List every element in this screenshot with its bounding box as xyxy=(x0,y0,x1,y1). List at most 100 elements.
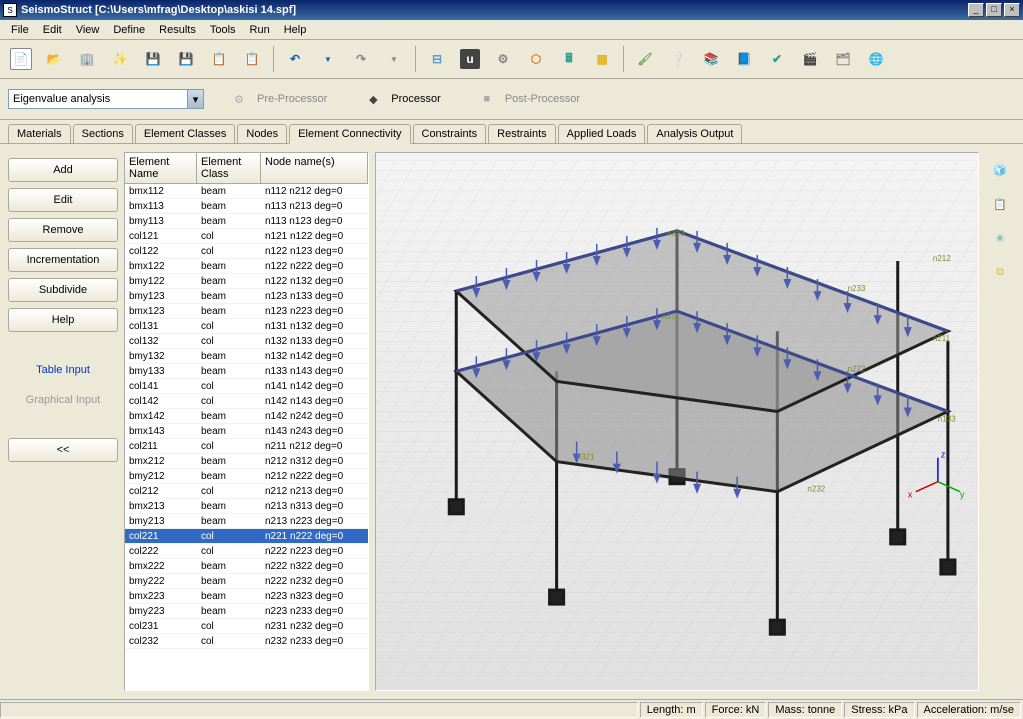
table-row[interactable]: bmx123beamn123 n223 deg=0 xyxy=(125,304,368,319)
open-button[interactable]: 📂 xyxy=(39,44,69,74)
table-row[interactable]: bmx112beamn112 n212 deg=0 xyxy=(125,184,368,199)
snowflake-icon[interactable]: ✳ xyxy=(988,226,1012,250)
table-row[interactable]: col122coln122 n123 deg=0 xyxy=(125,244,368,259)
globe-button[interactable]: 🌐 xyxy=(861,44,891,74)
table-row[interactable]: col221coln221 n222 deg=0 xyxy=(125,529,368,544)
network-button[interactable]: ⬡ xyxy=(521,44,551,74)
menu-results[interactable]: Results xyxy=(152,22,203,38)
table-row[interactable]: bmy133beamn133 n143 deg=0 xyxy=(125,364,368,379)
tab-constraints[interactable]: Constraints xyxy=(413,124,487,143)
paste-button[interactable]: 📋 xyxy=(237,44,267,74)
incrementation-button[interactable]: Incrementation xyxy=(8,248,118,272)
table-row[interactable]: bmy213beamn213 n223 deg=0 xyxy=(125,514,368,529)
table-row[interactable]: col231coln231 n232 deg=0 xyxy=(125,619,368,634)
new-button[interactable]: 📄 xyxy=(6,44,36,74)
processor-button[interactable]: ◆ Processor xyxy=(350,83,452,115)
check-button[interactable]: ✔ xyxy=(762,44,792,74)
calc-button[interactable]: 🖩 xyxy=(554,44,584,74)
table-body[interactable]: bmx112beamn112 n212 deg=0bmx113beamn113 … xyxy=(125,184,368,690)
redo-button[interactable]: ↷ xyxy=(346,44,376,74)
3d-viewport[interactable]: n321n232n133 n311n222n211 n313n233n212 z… xyxy=(375,152,979,691)
tab-element-connectivity[interactable]: Element Connectivity xyxy=(289,124,410,144)
stack-button[interactable]: 🗂 xyxy=(828,44,858,74)
remove-button[interactable]: Remove xyxy=(8,218,118,242)
minimize-button[interactable]: _ xyxy=(968,3,984,17)
undo-button[interactable]: ↶ xyxy=(280,44,310,74)
connect-button[interactable]: ⊟ xyxy=(422,44,452,74)
book-button[interactable]: 📘 xyxy=(729,44,759,74)
table-row[interactable]: bmx223beamn223 n323 deg=0 xyxy=(125,589,368,604)
table-row[interactable]: col131coln131 n132 deg=0 xyxy=(125,319,368,334)
redo-dd[interactable]: ▼ xyxy=(379,44,409,74)
subdivide-button[interactable]: Subdivide xyxy=(8,278,118,302)
col-elementclass[interactable]: Element Class xyxy=(197,153,261,183)
table-row[interactable]: col222coln222 n223 deg=0 xyxy=(125,544,368,559)
save-button[interactable]: 💾 xyxy=(138,44,168,74)
wizard-button[interactable]: 🏢 xyxy=(72,44,102,74)
menu-tools[interactable]: Tools xyxy=(203,22,243,38)
copy-button[interactable]: 📋 xyxy=(204,44,234,74)
tab-nodes[interactable]: Nodes xyxy=(237,124,287,143)
analysis-input[interactable] xyxy=(8,89,188,109)
graphical-input-button[interactable]: Graphical Input xyxy=(8,388,118,412)
analysis-combo[interactable]: ▾ xyxy=(8,89,204,109)
help-button[interactable]: ❔ xyxy=(663,44,693,74)
gear-button[interactable]: ⚙ xyxy=(488,44,518,74)
table-row[interactable]: col132coln132 n133 deg=0 xyxy=(125,334,368,349)
tab-restraints[interactable]: Restraints xyxy=(488,124,556,143)
table-input-button[interactable]: Table Input xyxy=(8,358,118,382)
table-row[interactable]: bmx143beamn143 n243 deg=0 xyxy=(125,424,368,439)
close-button[interactable]: × xyxy=(1004,3,1020,17)
menu-run[interactable]: Run xyxy=(243,22,277,38)
table-row[interactable]: bmx222beamn222 n322 deg=0 xyxy=(125,559,368,574)
table-row[interactable]: bmx213beamn213 n313 deg=0 xyxy=(125,499,368,514)
tab-sections[interactable]: Sections xyxy=(73,124,133,143)
table-row[interactable]: bmx113beamn113 n213 deg=0 xyxy=(125,199,368,214)
tab-element-classes[interactable]: Element Classes xyxy=(135,124,236,143)
edit-button[interactable]: Edit xyxy=(8,188,118,212)
undo-dd[interactable]: ▼ xyxy=(313,44,343,74)
library-button[interactable]: 📚 xyxy=(696,44,726,74)
analysis-dropdown-icon[interactable]: ▾ xyxy=(188,89,204,109)
help-side-button[interactable]: Help xyxy=(8,308,118,332)
table-row[interactable]: col232coln232 n233 deg=0 xyxy=(125,634,368,649)
tab-materials[interactable]: Materials xyxy=(8,124,71,143)
table-row[interactable]: col141coln141 n142 deg=0 xyxy=(125,379,368,394)
menu-file[interactable]: File xyxy=(4,22,36,38)
frame-icon[interactable]: ⧉ xyxy=(988,260,1012,284)
table-row[interactable]: bmy132beamn132 n142 deg=0 xyxy=(125,349,368,364)
table-row[interactable]: bmy223beamn223 n233 deg=0 xyxy=(125,604,368,619)
table-row[interactable]: bmy222beamn222 n232 deg=0 xyxy=(125,574,368,589)
table-row[interactable]: col121coln121 n122 deg=0 xyxy=(125,229,368,244)
brush-button[interactable]: 🖌 xyxy=(630,44,660,74)
table-row[interactable]: bmx212beamn212 n312 deg=0 xyxy=(125,454,368,469)
col-nodenames[interactable]: Node name(s) xyxy=(261,153,368,183)
menu-define[interactable]: Define xyxy=(106,22,152,38)
menu-help[interactable]: Help xyxy=(277,22,314,38)
tab-analysis-output[interactable]: Analysis Output xyxy=(647,124,742,143)
grid-button[interactable]: ▦ xyxy=(587,44,617,74)
collapse-button[interactable]: << xyxy=(8,438,118,462)
table-row[interactable]: bmy123beamn123 n133 deg=0 xyxy=(125,289,368,304)
units-button[interactable]: u xyxy=(455,44,485,74)
table-row[interactable]: bmy113beamn113 n123 deg=0 xyxy=(125,214,368,229)
table-row[interactable]: bmx142beamn142 n242 deg=0 xyxy=(125,409,368,424)
table-row[interactable]: bmy122beamn122 n132 deg=0 xyxy=(125,274,368,289)
tab-applied-loads[interactable]: Applied Loads xyxy=(558,124,646,143)
preprocessor-button[interactable]: ⚙ Pre-Processor xyxy=(216,83,338,115)
cubes-icon[interactable]: 🧊 xyxy=(988,158,1012,182)
postprocessor-button[interactable]: ■ Post-Processor xyxy=(464,83,591,115)
table-row[interactable]: col212coln212 n213 deg=0 xyxy=(125,484,368,499)
table-row[interactable]: bmy212beamn212 n222 deg=0 xyxy=(125,469,368,484)
table-row[interactable]: col142coln142 n143 deg=0 xyxy=(125,394,368,409)
table-row[interactable]: col211coln211 n212 deg=0 xyxy=(125,439,368,454)
checklist-icon[interactable]: 📋 xyxy=(988,192,1012,216)
magic-button[interactable]: ✨ xyxy=(105,44,135,74)
add-button[interactable]: Add xyxy=(8,158,118,182)
menu-edit[interactable]: Edit xyxy=(36,22,69,38)
movie-button[interactable]: 🎬 xyxy=(795,44,825,74)
saveas-button[interactable]: 💾 xyxy=(171,44,201,74)
maximize-button[interactable]: □ xyxy=(986,3,1002,17)
col-elementname[interactable]: Element Name xyxy=(125,153,197,183)
table-row[interactable]: bmx122beamn122 n222 deg=0 xyxy=(125,259,368,274)
